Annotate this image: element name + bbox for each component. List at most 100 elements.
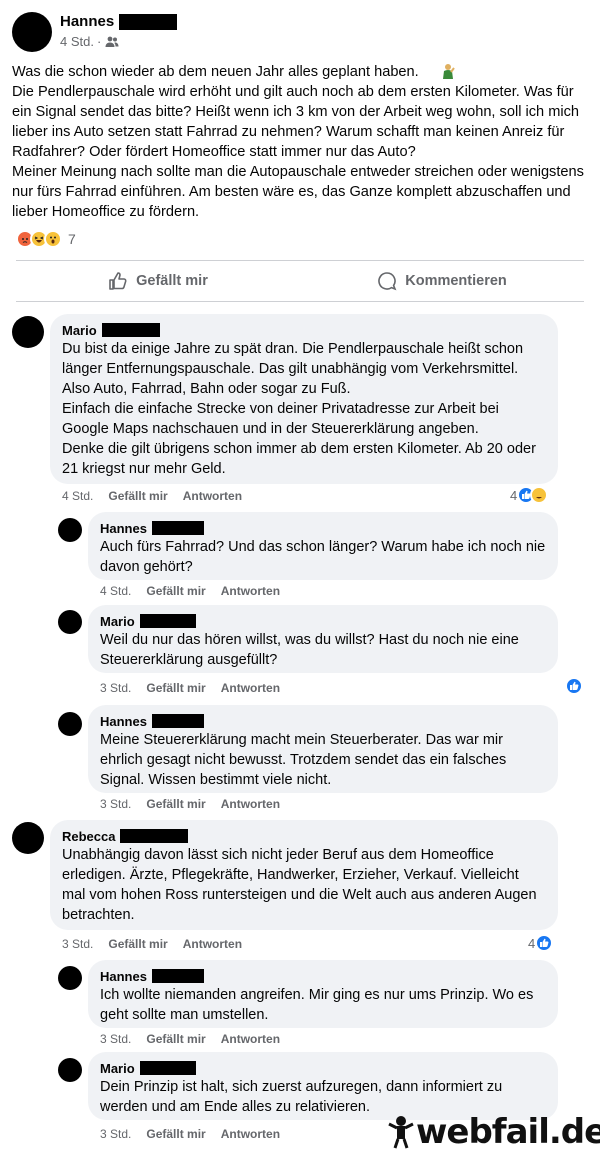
post-text: Was die schon wieder ab dem neuen Jahr a… <box>12 62 592 222</box>
redaction-bar <box>120 829 189 843</box>
friends-icon <box>105 36 119 47</box>
comment-author-name[interactable]: Mario <box>62 323 97 338</box>
separator-dot: · <box>96 34 102 49</box>
comment-reply-button[interactable]: Antworten <box>183 489 242 503</box>
comment-author[interactable]: Hannes <box>100 520 546 536</box>
like-reaction-icon <box>565 677 583 695</box>
comment-bubble: Hannes Ich wollte niemanden angreifen. M… <box>88 960 558 1028</box>
comment-author-name[interactable]: Rebecca <box>62 829 115 844</box>
comment-time[interactable]: 3 Std. <box>62 937 93 951</box>
comment-time[interactable]: 3 Std. <box>100 1127 131 1141</box>
comment-meta: 3 Std. Gefällt mir Antworten <box>100 681 295 695</box>
post-actions: Gefällt mir Kommentieren <box>16 262 584 300</box>
person-gesturing-icon <box>443 64 455 79</box>
avatar[interactable] <box>58 518 82 542</box>
comment-reply-button[interactable]: Antworten <box>221 681 280 695</box>
comment-time[interactable]: 3 Std. <box>100 1032 131 1046</box>
divider <box>16 260 584 261</box>
comment-meta: 3 Std. Gefällt mir Antworten <box>62 937 257 951</box>
like-button[interactable]: Gefällt mir <box>16 262 300 300</box>
comment-bubble: Mario Dein Prinzip ist halt, sich zuerst… <box>88 1052 558 1120</box>
comment-meta: 3 Std. Gefällt mir Antworten <box>100 797 295 811</box>
comment-button[interactable]: Kommentieren <box>300 262 584 300</box>
redaction-bar <box>151 714 204 728</box>
comment-reply-button[interactable]: Antworten <box>183 937 242 951</box>
redaction-bar <box>151 969 204 983</box>
comment-reaction-count: 4 <box>510 487 518 503</box>
comment-like-button[interactable]: Gefällt mir <box>146 797 205 811</box>
comment-time[interactable]: 3 Std. <box>100 797 131 811</box>
comment-reactions[interactable]: 4 <box>528 934 554 952</box>
comment-like-button[interactable]: Gefällt mir <box>146 681 205 695</box>
comment-author-name[interactable]: Mario <box>100 614 135 629</box>
comment-text: Weil du nur das hören willst, was du wil… <box>100 632 519 668</box>
redaction-bar <box>151 521 204 535</box>
comment-meta: 3 Std. Gefällt mir Antworten <box>100 1032 295 1046</box>
comment-like-button[interactable]: Gefällt mir <box>146 1032 205 1046</box>
comment-reply-button[interactable]: Antworten <box>221 1032 280 1046</box>
comment-author[interactable]: Hannes <box>100 968 546 984</box>
comment-text: Meine Steuererklärung macht mein Steuerb… <box>100 732 507 788</box>
comment-bubble: Hannes Auch fürs Fahrrad? Und das schon … <box>88 512 558 580</box>
comment-meta: 4 Std. Gefällt mir Antworten <box>62 489 257 503</box>
comment-author-name[interactable]: Hannes <box>100 969 147 984</box>
avatar[interactable] <box>58 712 82 736</box>
comment-reactions[interactable]: 4 <box>510 486 549 504</box>
comment-like-button[interactable]: Gefällt mir <box>108 489 167 503</box>
redaction-bar <box>139 614 196 628</box>
comment-reaction-count: 4 <box>528 935 536 951</box>
redaction-bar <box>119 13 178 30</box>
comment-author[interactable]: Mario <box>62 322 546 338</box>
comment-text: Auch fürs Fahrrad? Und das schon länger?… <box>100 539 546 575</box>
comment-icon <box>378 272 397 291</box>
post-reactions[interactable]: 7 <box>16 230 76 248</box>
comment-like-button[interactable]: Gefällt mir <box>108 937 167 951</box>
avatar[interactable] <box>12 316 44 348</box>
comment-author-name[interactable]: Hannes <box>100 521 147 536</box>
avatar[interactable] <box>12 822 44 854</box>
comment-author-name[interactable]: Hannes <box>100 714 147 729</box>
comment-author[interactable]: Rebecca <box>62 828 546 844</box>
avatar[interactable] <box>58 1058 82 1082</box>
like-reaction-icon <box>535 934 554 952</box>
comment-reply-button[interactable]: Antworten <box>221 584 280 598</box>
comment-like-button[interactable]: Gefällt mir <box>146 1127 205 1141</box>
comment-time[interactable]: 4 Std. <box>62 489 93 503</box>
post-meta: 4 Std. · <box>60 34 119 49</box>
comment-author[interactable]: Hannes <box>100 713 546 729</box>
like-button-label: Gefällt mir <box>136 273 208 289</box>
avatar[interactable] <box>12 12 52 52</box>
comment-reply-button[interactable]: Antworten <box>221 797 280 811</box>
watermark: webfail.de <box>386 1112 600 1152</box>
comment-reactions[interactable] <box>565 677 583 695</box>
comment-meta: 3 Std. Gefällt mir Antworten <box>100 1127 295 1141</box>
comment-reply-button[interactable]: Antworten <box>221 1127 280 1141</box>
post-time[interactable]: 4 Std. <box>60 34 94 49</box>
comment-meta: 4 Std. Gefällt mir Antworten <box>100 584 295 598</box>
comment-author[interactable]: Mario <box>100 613 546 629</box>
post-header: Hannes 4 Std. · <box>12 10 572 54</box>
comment-text: Ich wollte niemanden angreifen. Mir ging… <box>100 987 534 1023</box>
comment-bubble: Mario Weil du nur das hören willst, was … <box>88 605 558 673</box>
redaction-bar <box>139 1061 196 1075</box>
avatar[interactable] <box>58 610 82 634</box>
reaction-count[interactable]: 7 <box>68 231 76 247</box>
comment-text: Du bist da einige Jahre zu spät dran. Di… <box>62 341 536 477</box>
webfail-mascot-icon <box>388 1116 414 1149</box>
redaction-bar <box>101 323 160 337</box>
post-author[interactable]: Hannes <box>60 13 178 30</box>
comment-author[interactable]: Mario <box>100 1060 546 1076</box>
comment-text: Dein Prinzip ist halt, sich zuerst aufzu… <box>100 1079 503 1115</box>
comment-time[interactable]: 4 Std. <box>100 584 131 598</box>
comment-like-button[interactable]: Gefällt mir <box>146 584 205 598</box>
comment-time[interactable]: 3 Std. <box>100 681 131 695</box>
thumbs-up-icon <box>109 272 127 290</box>
watermark-text: webfail.de <box>416 1112 600 1152</box>
post-body: Was die schon wieder ab dem neuen Jahr a… <box>12 64 584 220</box>
avatar[interactable] <box>58 966 82 990</box>
divider <box>16 301 584 302</box>
comment-author-name[interactable]: Mario <box>100 1061 135 1076</box>
post-author-name[interactable]: Hannes <box>60 13 114 30</box>
comment-bubble: Hannes Meine Steuererklärung macht mein … <box>88 705 558 793</box>
comment-button-label: Kommentieren <box>405 273 507 289</box>
